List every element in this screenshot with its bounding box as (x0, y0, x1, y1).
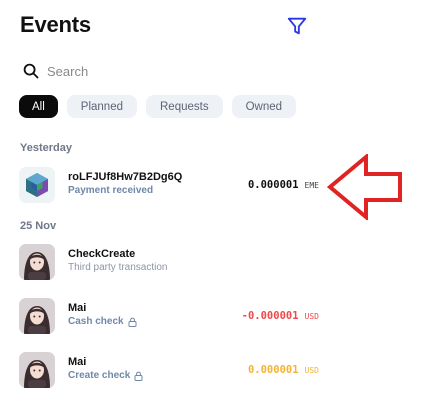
event-name: Mai (68, 302, 87, 314)
tab-planned[interactable]: Planned (66, 95, 137, 118)
event-subtitle: Payment received (68, 185, 154, 196)
page-title: Events (20, 12, 91, 37)
lock-icon (128, 317, 137, 327)
event-row[interactable]: Mai Create check 0.000001 USD (19, 352, 319, 392)
user-avatar (19, 298, 55, 334)
search-input[interactable]: Search (47, 64, 88, 79)
amount-value: -0.000001 (241, 310, 299, 322)
annotation-arrow-icon (327, 154, 402, 220)
amount-currency: EME (304, 181, 319, 190)
event-amount: 0.000001 USD (248, 364, 319, 376)
event-name: roLFJUf8Hw7B2Dg6Q (68, 171, 183, 183)
section-header-25-nov: 25 Nov (20, 220, 57, 232)
search-bar[interactable]: Search (23, 61, 88, 81)
tab-all[interactable]: All (19, 95, 58, 118)
amount-value: 0.000001 (247, 179, 299, 191)
event-subtitle: Create check (68, 370, 131, 381)
event-amount: -0.000001 USD (242, 310, 319, 322)
section-header-yesterday: Yesterday (20, 142, 72, 154)
event-name: Mai (68, 356, 87, 368)
token-logo-icon (19, 167, 55, 203)
event-subtitle-row: Create check (68, 370, 143, 381)
filter-tabs: All Planned Requests Owned (19, 95, 297, 118)
tab-owned[interactable]: Owned (231, 95, 297, 118)
event-amount: 0.000001 EME (248, 179, 319, 191)
amount-value: 0.000001 (247, 364, 299, 376)
event-row[interactable]: roLFJUf8Hw7B2Dg6Q Payment received 0.000… (19, 167, 319, 207)
event-row[interactable]: Mai Cash check -0.000001 USD (19, 298, 319, 338)
event-subtitle: Cash check (68, 316, 124, 327)
filter-icon[interactable] (286, 15, 308, 37)
user-avatar (19, 352, 55, 388)
amount-currency: USD (304, 366, 319, 375)
tab-requests[interactable]: Requests (146, 95, 223, 118)
lock-icon (134, 371, 143, 381)
amount-currency: USD (304, 312, 319, 321)
event-subtitle-row: Cash check (68, 316, 137, 327)
event-subtitle: Third party transaction (68, 262, 168, 273)
event-row[interactable]: CheckCreate Third party transaction (19, 244, 319, 284)
search-icon (23, 63, 39, 79)
event-name: CheckCreate (68, 248, 136, 260)
user-avatar (19, 244, 55, 280)
